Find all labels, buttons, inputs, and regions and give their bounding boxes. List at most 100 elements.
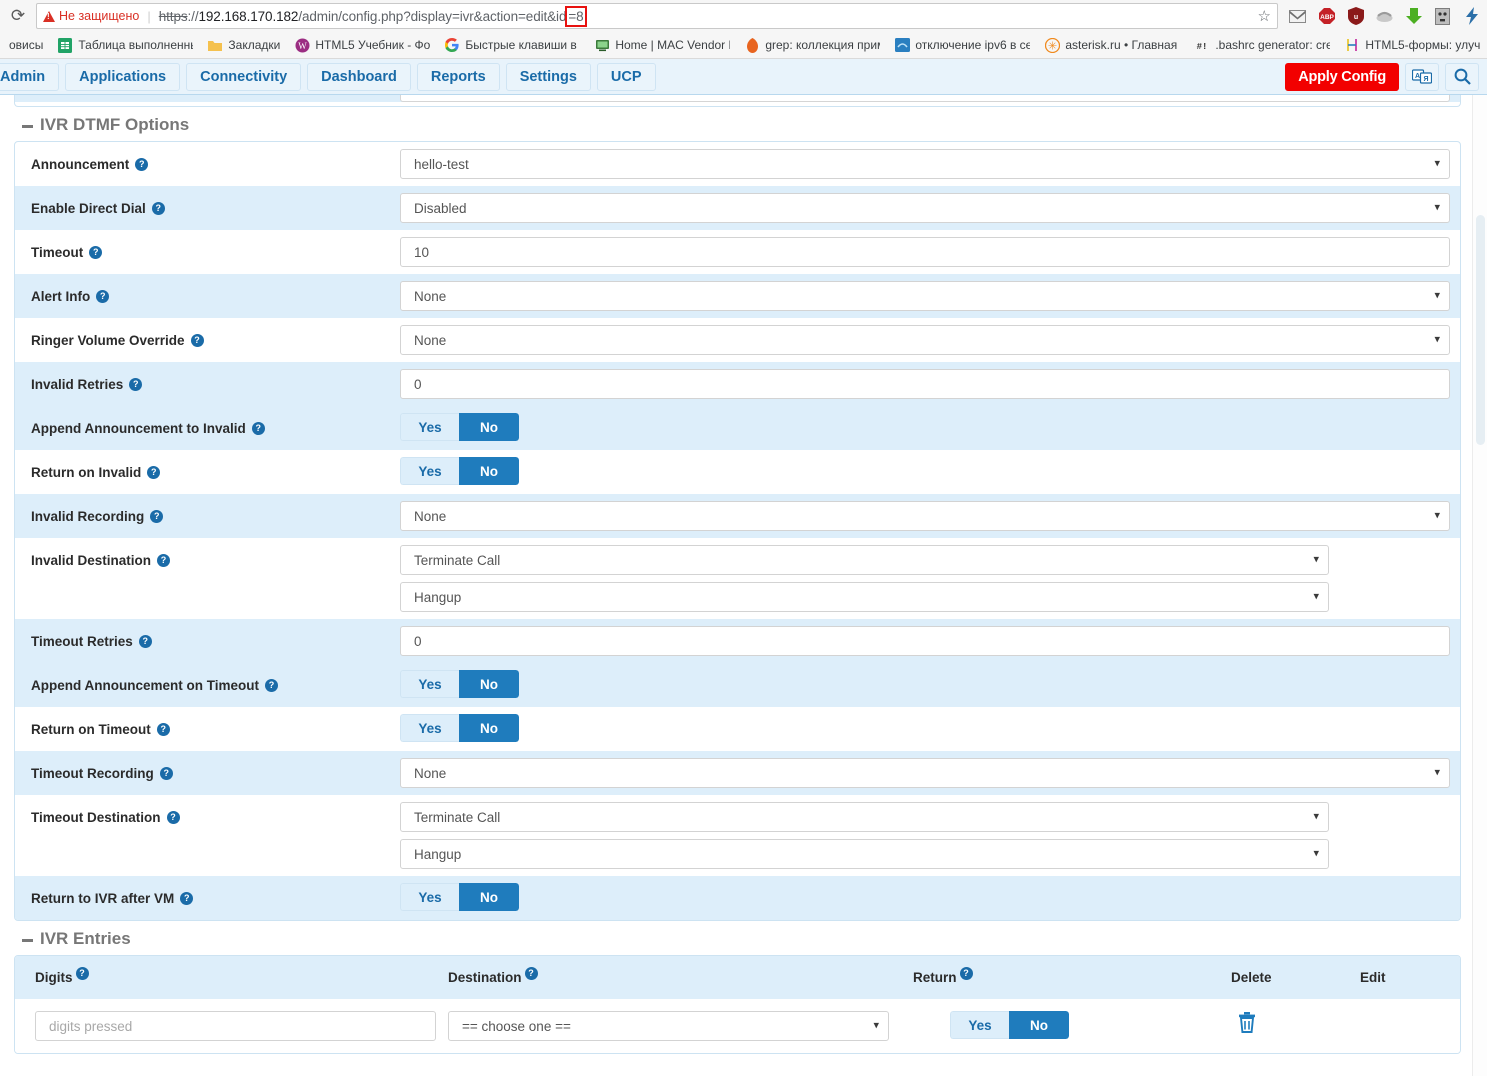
help-icon[interactable]: ?	[180, 891, 194, 905]
invalid-recording-select[interactable]: None	[400, 501, 1450, 531]
bookmark-item[interactable]: отключение ipv6 в се	[887, 34, 1037, 56]
toggle-yes-option[interactable]: Yes	[400, 413, 459, 441]
firefox-bookmark-icon	[744, 37, 760, 53]
address-bar[interactable]: Не защищено | https://192.168.170.182/ad…	[36, 3, 1278, 29]
bookmark-item[interactable]: #! .bashrc generator: cre	[1187, 34, 1337, 56]
navbar-actions: Apply Config AЯ	[1285, 62, 1479, 91]
security-warning[interactable]: Не защищено	[43, 9, 139, 23]
return-on-invalid-toggle[interactable]: Yes No	[400, 457, 519, 485]
help-icon[interactable]: ?	[159, 766, 173, 780]
timeout-input[interactable]: 10	[400, 237, 1450, 267]
help-icon[interactable]: ?	[129, 377, 143, 391]
dtmf-section-header[interactable]: IVR DTMF Options	[10, 107, 1469, 141]
toggle-no-option[interactable]: No	[459, 883, 519, 911]
bookmark-star-icon[interactable]: ☆	[1250, 7, 1271, 25]
url-scheme: https	[158, 8, 188, 24]
apply-config-button[interactable]: Apply Config	[1285, 62, 1399, 91]
lastpass-extension-icon[interactable]	[1462, 7, 1481, 26]
nav-item-settings[interactable]: Settings	[505, 62, 591, 91]
toggle-yes-option[interactable]: Yes	[400, 670, 459, 698]
nav-item-reports[interactable]: Reports	[416, 62, 500, 91]
bookmark-item[interactable]: W HTML5 Учебник - Фор	[287, 34, 437, 56]
timeout-destination-target-select[interactable]: Hangup	[400, 839, 1329, 869]
collapse-minus-icon[interactable]	[22, 124, 33, 128]
help-icon[interactable]: ?	[138, 634, 152, 648]
help-icon[interactable]: ?	[166, 810, 180, 824]
control-invalid-destination: Terminate Call Hangup	[400, 538, 1460, 619]
return-on-timeout-toggle[interactable]: Yes No	[400, 714, 519, 742]
alert-info-select[interactable]: None	[400, 281, 1450, 311]
toggle-yes-option[interactable]: Yes	[950, 1011, 1009, 1039]
help-icon[interactable]: ?	[147, 465, 161, 479]
toggle-no-option[interactable]: No	[459, 670, 519, 698]
help-icon[interactable]: ?	[150, 509, 164, 523]
invalid-retries-input[interactable]: 0	[400, 369, 1450, 399]
reload-icon[interactable]: ⟳	[4, 2, 32, 30]
invalid-destination-type-select[interactable]: Terminate Call	[400, 545, 1329, 575]
clipped-input	[400, 95, 1450, 102]
help-icon[interactable]: ?	[959, 967, 973, 980]
timeout-retries-input[interactable]: 0	[400, 626, 1450, 656]
return-to-ivr-after-vm-toggle[interactable]: Yes No	[400, 883, 519, 911]
page-scrollbar[interactable]	[1472, 95, 1487, 1076]
help-icon[interactable]: ?	[265, 678, 278, 692]
append-announcement-to-invalid-toggle[interactable]: Yes No	[400, 413, 519, 441]
nav-item-dashboard[interactable]: Dashboard	[307, 62, 411, 91]
cell-digits: digits pressed	[15, 1011, 448, 1041]
scrollbar-thumb[interactable]	[1476, 215, 1485, 445]
toggle-yes-option[interactable]: Yes	[400, 714, 459, 742]
language-switch-icon[interactable]: AЯ	[1405, 62, 1439, 91]
bookmark-item[interactable]: овисы	[2, 34, 50, 56]
toggle-no-option[interactable]: No	[1009, 1011, 1069, 1039]
trash-icon[interactable]	[1237, 1011, 1257, 1037]
label-return-on-invalid: Return on Invalid ?	[15, 450, 400, 494]
help-icon[interactable]: ?	[157, 553, 171, 567]
ringer-volume-override-select[interactable]: None	[400, 325, 1450, 355]
bookmark-label: asterisk.ru • Главная с	[1065, 38, 1181, 52]
bookmark-item[interactable]: grep: коллекция прим	[737, 34, 887, 56]
help-icon[interactable]: ?	[156, 722, 170, 736]
invalid-destination-target-select[interactable]: Hangup	[400, 582, 1329, 612]
adblock-plus-icon[interactable]: ABP	[1317, 7, 1336, 26]
toggle-yes-option[interactable]: Yes	[400, 457, 459, 485]
help-icon[interactable]: ?	[135, 157, 149, 171]
toggle-no-option[interactable]: No	[459, 413, 519, 441]
nav-item-ucp[interactable]: UCP	[596, 62, 656, 91]
help-icon[interactable]: ?	[89, 245, 103, 259]
screenshot-extension-icon[interactable]	[1433, 7, 1452, 26]
browser-chrome: ⟳ Не защищено | https://192.168.170.182/…	[0, 0, 1487, 59]
nav-item-admin[interactable]: Admin	[0, 62, 60, 91]
toggle-no-option[interactable]: No	[459, 457, 519, 485]
help-icon[interactable]: ?	[151, 201, 165, 215]
help-icon[interactable]: ?	[190, 333, 204, 347]
entry-return-toggle[interactable]: Yes No	[950, 1011, 1069, 1039]
toggle-no-option[interactable]: No	[459, 714, 519, 742]
ublock-origin-icon[interactable]: u	[1346, 7, 1365, 26]
bookmark-folder[interactable]: Закладки	[200, 34, 287, 56]
timeout-recording-select[interactable]: None	[400, 758, 1450, 788]
announcement-select[interactable]: hello-test	[400, 149, 1450, 179]
search-icon[interactable]	[1445, 62, 1479, 91]
enable-direct-dial-select[interactable]: Disabled	[400, 193, 1450, 223]
bookmark-item[interactable]: Home | MAC Vendor Lo	[587, 34, 737, 56]
bookmark-item[interactable]: HTML5-формы: улучш	[1337, 34, 1487, 56]
nav-item-applications[interactable]: Applications	[65, 62, 181, 91]
append-announcement-on-timeout-toggle[interactable]: Yes No	[400, 670, 519, 698]
destination-select[interactable]: == choose one ==	[448, 1011, 889, 1041]
digits-input[interactable]: digits pressed	[35, 1011, 436, 1041]
toggle-yes-option[interactable]: Yes	[400, 883, 459, 911]
help-icon[interactable]: ?	[524, 967, 538, 980]
bookmark-item[interactable]: Таблица выполненны	[50, 34, 200, 56]
help-icon[interactable]: ?	[75, 967, 89, 980]
mail-extension-icon[interactable]	[1288, 7, 1307, 26]
timeout-destination-type-select[interactable]: Terminate Call	[400, 802, 1329, 832]
help-icon[interactable]: ?	[96, 289, 110, 303]
nav-item-connectivity[interactable]: Connectivity	[186, 62, 302, 91]
entries-section-header[interactable]: IVR Entries	[10, 921, 1469, 955]
bookmark-item[interactable]: Быстрые клавиши в С	[437, 34, 587, 56]
phone-extension-icon[interactable]	[1375, 7, 1394, 26]
collapse-minus-icon[interactable]	[22, 938, 33, 942]
download-manager-icon[interactable]	[1404, 7, 1423, 26]
bookmark-item[interactable]: ✳ asterisk.ru • Главная с	[1037, 34, 1187, 56]
help-icon[interactable]: ?	[251, 421, 265, 435]
